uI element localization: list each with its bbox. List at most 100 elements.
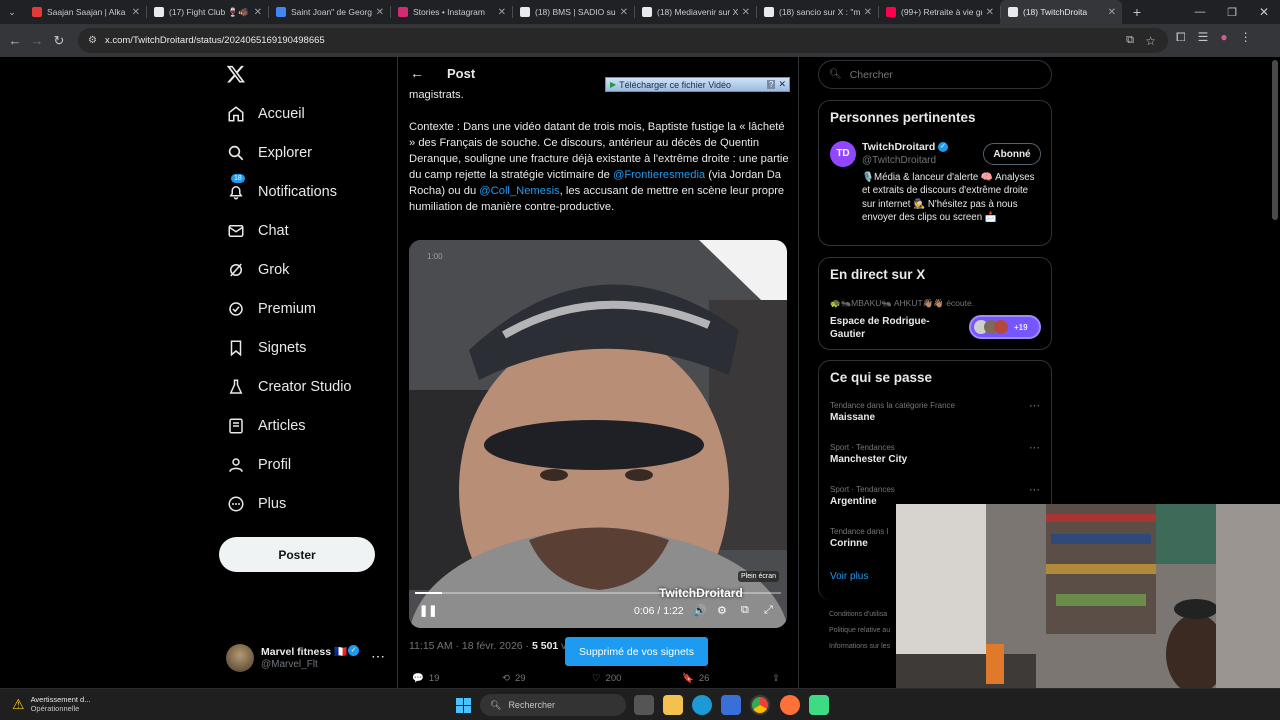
post-timestamp[interactable]: 11:15 AM · 18 févr. 2026 · (409, 640, 532, 652)
tab-close-icon[interactable]: ✕ (498, 7, 506, 18)
trend-item[interactable]: Tendance dans la catégorie France Maissan… (830, 399, 1050, 423)
settings-icon[interactable]: ⚙ (717, 604, 727, 617)
space-title[interactable]: Espace de Rodrigue-Gautier (830, 315, 940, 341)
reply-button[interactable]: 💬 19 (412, 673, 439, 684)
tab-close-icon[interactable]: ✕ (1108, 7, 1116, 18)
maximize-button[interactable]: ❐ (1216, 6, 1248, 19)
browser-tab[interactable]: (18) Mediavenir sur X ✕ (634, 0, 756, 24)
x-logo[interactable] (226, 64, 248, 86)
nav-item-premium[interactable]: Premium (226, 295, 316, 323)
bookmark-button[interactable]: 🔖 26 (682, 673, 709, 684)
nav-item-articles[interactable]: Articles (226, 412, 306, 440)
video-player[interactable]: 1:00 TwitchDroitard Plein écran ❚❚ 0:06 … (409, 240, 787, 628)
menu-kebab-icon[interactable]: ⋮ (1240, 30, 1252, 45)
bookmark-star-icon[interactable]: ☆ (1145, 34, 1156, 48)
browser-tab[interactable]: Stories • Instagram ✕ (390, 0, 512, 24)
notification-badge: 18 (231, 174, 245, 183)
nav-item-signets[interactable]: Signets (226, 334, 306, 362)
trend-more-icon[interactable]: ⋯ (1029, 441, 1040, 454)
account-switcher[interactable]: Marvel fitness 🇫🇷 ✓ @Marvel_Flt ⋯ (226, 642, 386, 674)
extensions-icon[interactable]: ⧠ (1176, 30, 1186, 45)
account-more-icon[interactable]: ⋯ (371, 648, 385, 665)
browser-tab[interactable]: (17) Fight Club 🍷🐗 ✕ (146, 0, 268, 24)
omnibox[interactable]: ⚙ x.com/TwitchDroitard/status/2024065169… (78, 28, 1168, 53)
share-icon[interactable]: ⇪ (772, 673, 780, 684)
media-controls-icon[interactable]: ☰ (1198, 30, 1209, 45)
edge-icon[interactable] (692, 695, 712, 715)
listener-count: +19 (1014, 322, 1028, 332)
tab-close-icon[interactable]: ✕ (986, 7, 994, 18)
new-tab-button[interactable]: + (1126, 1, 1148, 23)
browser-tab[interactable]: (18) sancio sur X : "m ✕ (756, 0, 878, 24)
like-button[interactable]: ♡ 200 (592, 673, 621, 684)
site-info-icon[interactable]: ⚙ (88, 35, 97, 46)
nav-item-creator-studio[interactable]: Creator Studio (226, 373, 352, 401)
nav-item-chat[interactable]: Chat (226, 217, 289, 245)
volume-icon[interactable]: 🔊 (693, 604, 707, 617)
follow-button[interactable]: Abonné (983, 143, 1041, 165)
trend-more-icon[interactable]: ⋯ (1029, 399, 1040, 412)
nav-item-profil[interactable]: Profil (226, 451, 291, 479)
tab-close-icon[interactable]: ✕ (620, 7, 628, 18)
minimize-button[interactable]: — (1184, 6, 1216, 18)
nav-item-plus[interactable]: Plus (226, 490, 286, 518)
back-arrow-icon[interactable]: ← (410, 65, 424, 81)
trend-more-icon[interactable]: ⋯ (1029, 483, 1040, 496)
file-explorer-icon[interactable] (663, 695, 683, 715)
video-small-watermark: 1:00 (427, 252, 443, 261)
taskbar-search[interactable]: 🔍︎ Rechercher (480, 694, 626, 716)
windows-start-icon[interactable] (456, 698, 471, 713)
tab-favicon-icon (764, 7, 774, 17)
browser-tab[interactable]: (18) TwitchDroita ✕ (1000, 0, 1122, 24)
reload-button[interactable]: ↻ (48, 30, 70, 52)
task-view-icon[interactable] (634, 695, 654, 715)
profile-name[interactable]: TwitchDroitard (862, 141, 935, 153)
tab-close-icon[interactable]: ✕ (132, 7, 140, 18)
mention-frontieres[interactable]: @Frontieresmedia (613, 169, 705, 181)
chrome-icon[interactable] (750, 695, 770, 715)
pause-icon[interactable]: ❚❚ (419, 604, 437, 617)
tab-close-icon[interactable]: ✕ (254, 7, 262, 18)
video-progress-track[interactable] (415, 592, 781, 594)
tab-search-icon[interactable]: ⌄ (0, 1, 24, 23)
nav-item-grok[interactable]: Grok (226, 256, 289, 284)
store-icon[interactable] (721, 695, 741, 715)
tab-close-icon[interactable]: ✕ (376, 7, 384, 18)
browser-tab[interactable]: Saajan Saajan | Alka Y ✕ (24, 0, 146, 24)
see-more-link[interactable]: Voir plus (830, 571, 868, 582)
search-box[interactable]: 🔍︎ Chercher (818, 60, 1052, 89)
trend-item[interactable]: Sport · Tendances Manchester City ⋯ (830, 441, 1050, 465)
fullscreen-icon[interactable]: ⤢ (764, 604, 773, 617)
footer-info[interactable]: Informations sur les (829, 639, 890, 655)
nav-item-accueil[interactable]: Accueil (226, 100, 305, 128)
firefox-icon[interactable] (780, 695, 800, 715)
warning-notification[interactable]: ⚠ Avertissement d... Opérationnelle (12, 695, 90, 713)
download-help-button[interactable]: ? (767, 80, 776, 89)
post-button[interactable]: Poster (219, 537, 375, 572)
back-button[interactable]: ← (4, 30, 26, 52)
tab-close-icon[interactable]: ✕ (742, 7, 750, 18)
install-app-icon[interactable]: ⧉ (1126, 34, 1134, 47)
heart-icon: ♡ (592, 673, 601, 684)
scrollbar[interactable] (1272, 60, 1278, 220)
browser-tab[interactable]: Saint Joan" de George ✕ (268, 0, 390, 24)
pip-icon[interactable]: ⧉ (741, 604, 749, 617)
download-bar[interactable]: ▶ Télécharger ce fichier Vidéo ? ✕ (605, 77, 790, 92)
profile-avatar[interactable]: TD (830, 141, 856, 167)
green-app-icon[interactable] (809, 695, 829, 715)
nav-item-notifications[interactable]: 18 Notifications (226, 174, 337, 206)
nav-item-explorer[interactable]: Explorer (226, 139, 312, 167)
browser-tab[interactable]: (18) BMS | SADIO sur ✕ (512, 0, 634, 24)
download-close-icon[interactable]: ✕ (778, 79, 786, 90)
profile-icon[interactable]: ● (1220, 30, 1227, 45)
tab-favicon-icon (154, 7, 164, 17)
footer-terms[interactable]: Conditions d'utilisa (829, 607, 890, 623)
mention-nemesis[interactable]: @Coll_Nemesis (479, 185, 559, 197)
footer-privacy[interactable]: Politique relative au (829, 623, 890, 639)
repost-button[interactable]: ⟲ 29 (502, 673, 526, 684)
tab-close-icon[interactable]: ✕ (864, 7, 872, 18)
space-listeners[interactable]: +19 (969, 315, 1041, 339)
close-window-button[interactable]: ✕ (1248, 5, 1280, 19)
browser-tab[interactable]: (99+) Retraite à vie gr ✕ (878, 0, 1000, 24)
forward-button[interactable]: → (26, 30, 48, 52)
